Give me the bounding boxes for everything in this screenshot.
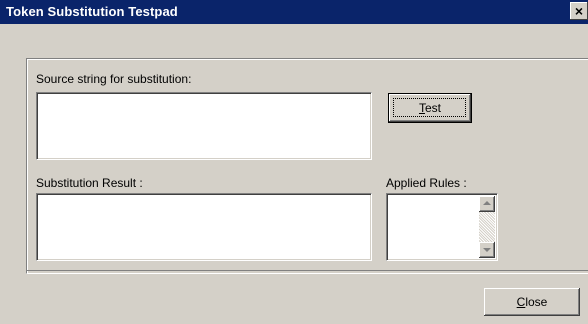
window-title: Token Substitution Testpad	[6, 4, 178, 19]
title-bar[interactable]: Token Substitution Testpad ×	[0, 0, 588, 24]
rules-scrollbar[interactable]	[479, 196, 495, 258]
test-button-label: est	[424, 101, 441, 115]
test-button[interactable]: Test	[388, 93, 472, 123]
scroll-up-button[interactable]	[479, 196, 495, 212]
scroll-down-button[interactable]	[479, 242, 495, 258]
applied-rules-list[interactable]	[386, 193, 498, 261]
close-button[interactable]: Close	[484, 288, 580, 316]
rules-label: Applied Rules :	[386, 176, 467, 190]
group-divider	[26, 270, 588, 271]
scroll-up-arrow-icon	[483, 201, 491, 205]
close-icon[interactable]: ×	[570, 2, 588, 20]
result-label: Substitution Result :	[36, 176, 143, 190]
source-input[interactable]	[36, 92, 372, 160]
result-output[interactable]	[36, 193, 372, 261]
close-button-label: lose	[525, 295, 548, 309]
source-label: Source string for substitution:	[36, 72, 192, 86]
scroll-down-arrow-icon	[483, 248, 491, 252]
